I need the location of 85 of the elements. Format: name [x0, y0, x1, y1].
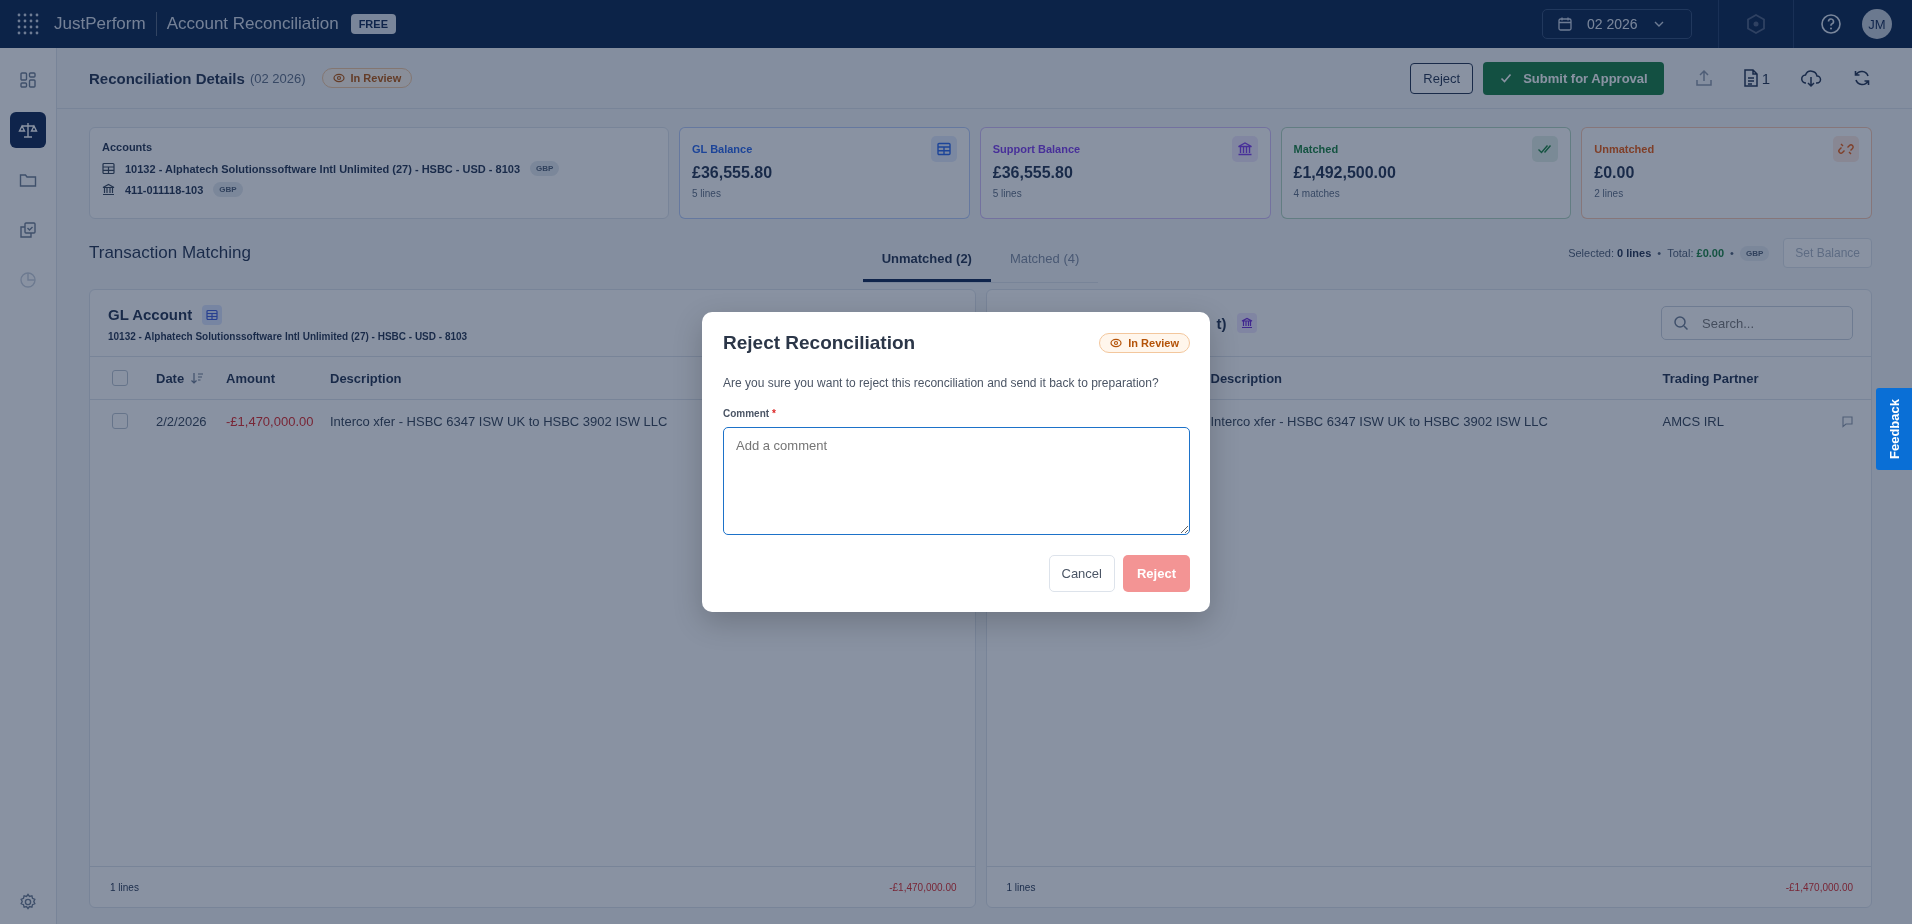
panel-title: t) [1216, 314, 1227, 332]
card-value: £36,555.80 [692, 164, 774, 182]
status-badge: In Review [1099, 333, 1190, 353]
table-icon [102, 162, 115, 175]
row-checkbox[interactable] [112, 413, 128, 429]
pie-chart-icon [18, 270, 38, 290]
refresh-icon[interactable] [1852, 68, 1872, 88]
card-subtext: 2 lines [1594, 188, 1625, 199]
reject-button[interactable]: Reject [1410, 62, 1474, 94]
upload-icon[interactable] [1693, 68, 1714, 88]
card-label: Unmatched [1594, 143, 1655, 155]
required-mark: * [771, 408, 776, 419]
cancel-button[interactable]: Cancel [1048, 555, 1115, 592]
dialog-title: Reject Reconciliation [723, 332, 916, 354]
separator-dot: • [1657, 247, 1662, 259]
table-cell: AMCS IRL [1662, 413, 1724, 429]
line-count: 1 lines [110, 881, 139, 893]
panel-subtitle: 10132 - Alphatech Solutionssoftware Intl Unlimited (27) - HSBC - USD - 8103 [108, 330, 469, 342]
separator-dot: • [1730, 247, 1734, 259]
copy-check-icon [18, 220, 38, 240]
plan-badge: FREE [350, 14, 396, 34]
documents-button[interactable]: 1 [1741, 68, 1770, 88]
select-all-checkbox[interactable] [112, 370, 128, 386]
feedback-tab[interactable]: Feedback [1876, 388, 1912, 470]
card-label: GL Balance [692, 143, 753, 155]
period-label: (02 2026) [249, 70, 306, 86]
selection-count: Selected: 0 lines [1568, 247, 1652, 259]
period-picker[interactable]: 02 2026 [1542, 9, 1692, 39]
card-subtext: 5 lines [992, 188, 1023, 199]
card-label: Matched [1293, 143, 1339, 155]
scales-icon [18, 120, 38, 140]
account-name: 411-011118-103 [125, 183, 204, 196]
currency-tag: GBP [1739, 245, 1770, 261]
tab[interactable]: Unmatched (2) [862, 237, 991, 282]
page-title: Reconciliation Details [89, 69, 245, 87]
table-cell: Interco xfer - HSBC 6347 ISW UK to HSBC 3902 ISW LLC [330, 413, 668, 429]
column-header: Amount [226, 370, 276, 386]
table-cell: Interco xfer - HSBC 6347 ISW UK to HSBC 3902 ISW LLC [1210, 413, 1548, 429]
table-cell: 2/2/2026 [156, 413, 207, 429]
section-title: Transaction Matching [89, 243, 252, 263]
submit-for-approval-button[interactable]: Submit for Approval [1483, 61, 1664, 95]
table-cell: -£1,470,000.00 [226, 413, 314, 429]
account-name: 10132 - Alphatech Solutionssoftware Intl Unlimited (27) - HSBC - USD - 8103 [125, 162, 521, 175]
card-value: £36,555.80 [992, 164, 1074, 182]
status-badge: In Review [321, 68, 413, 88]
panel-title: GL Account [108, 306, 193, 323]
download-icon[interactable] [1800, 67, 1822, 89]
dashboard-icon [18, 70, 38, 90]
card-value: £1,492,500.00 [1293, 164, 1397, 182]
selection-total: Total: £0.00 [1667, 247, 1725, 259]
footer-total: -£1,470,000.00 [1785, 881, 1853, 893]
check-icon [1499, 71, 1514, 85]
calendar-icon [1557, 16, 1573, 32]
dialog-message: Are you sure you want to reject this reconciliation and send it back to preparation? [723, 376, 1160, 390]
sort-icon[interactable] [190, 371, 205, 385]
bank-icon [1236, 313, 1257, 333]
table-icon [202, 304, 223, 325]
column-header: Date [156, 370, 185, 386]
app-name: JustPerform [54, 14, 146, 34]
search-field[interactable]: Search... [1661, 306, 1853, 340]
dot-grid-logo-icon [16, 12, 40, 36]
tab[interactable]: Matched (4) [990, 237, 1099, 282]
hexagon-icon[interactable] [1745, 13, 1767, 35]
currency-tag: GBP [213, 182, 243, 197]
bank-icon [102, 183, 115, 196]
scales-nav-item[interactable] [10, 112, 46, 148]
card-value: £0.00 [1594, 164, 1636, 182]
card-subtext: 5 lines [692, 188, 722, 199]
help-icon[interactable] [1820, 13, 1842, 35]
card-label: Support Balance [992, 143, 1081, 155]
currency-tag: GBP [530, 161, 560, 176]
field-label: Comment [723, 408, 770, 419]
search-icon [1673, 315, 1689, 331]
card-subtext: 4 matches [1293, 188, 1341, 199]
column-header: Trading Partner [1662, 370, 1759, 386]
user-avatar[interactable]: JM [1862, 9, 1892, 39]
comment-icon[interactable] [1841, 414, 1854, 428]
settings-icon[interactable] [18, 892, 38, 912]
column-header: Description [1210, 370, 1282, 386]
card-title: Accounts [102, 141, 154, 153]
footer-total: -£1,470,000.00 [889, 881, 957, 893]
comment-field[interactable]: Add a comment [723, 427, 1190, 535]
line-count: 1 lines [1006, 881, 1036, 893]
module-title: Account Reconciliation [166, 14, 339, 34]
column-header: Description [330, 370, 402, 386]
